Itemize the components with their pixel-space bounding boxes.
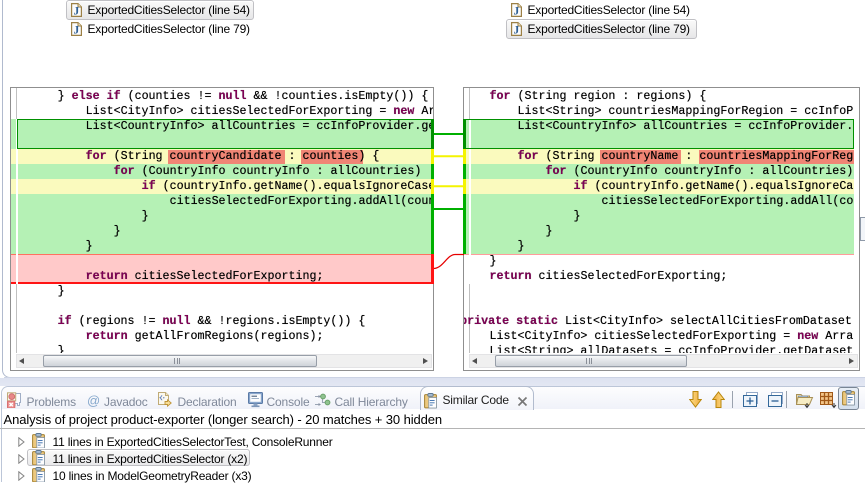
svg-text:J: J bbox=[73, 24, 79, 36]
svg-text:J: J bbox=[513, 24, 519, 36]
svg-text:J: J bbox=[513, 5, 519, 17]
svg-text:J: J bbox=[73, 5, 79, 17]
